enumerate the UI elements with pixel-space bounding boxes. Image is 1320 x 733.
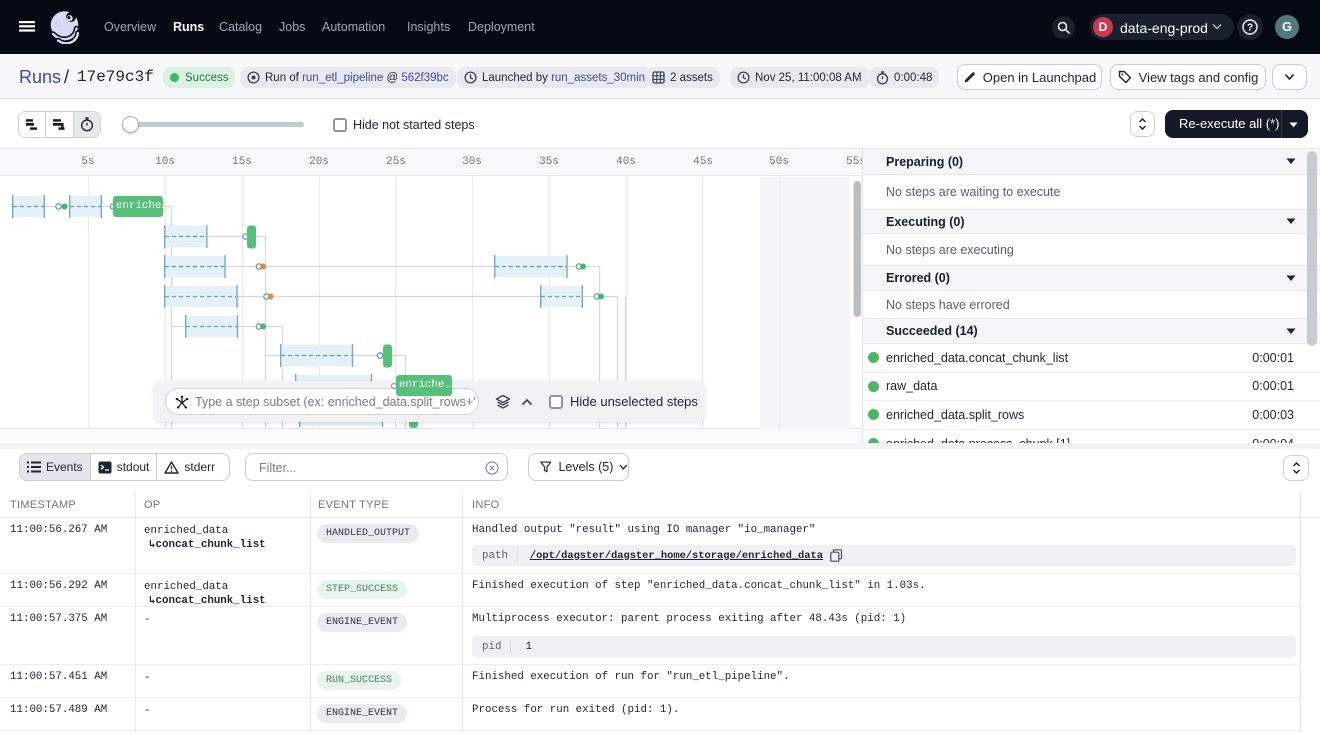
svg-text:?: ? [1247,23,1253,34]
